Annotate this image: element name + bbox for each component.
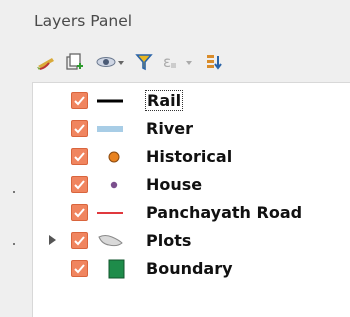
layer-label: Rail: [144, 90, 184, 111]
layer-visibility-checkbox[interactable]: [71, 260, 88, 277]
expand-arrow-icon[interactable]: [49, 235, 56, 245]
layer-label: Panchayath Road: [146, 203, 303, 222]
layer-row-river[interactable]: River: [33, 115, 350, 143]
add-group-icon[interactable]: [62, 50, 86, 74]
layer-label: Historical: [146, 147, 233, 166]
line-symbol-icon: [95, 119, 125, 139]
layer-visibility-checkbox[interactable]: [71, 176, 88, 193]
layer-tree: Rail River Historical House Panchayath R…: [32, 82, 350, 317]
line-symbol-icon: [95, 203, 125, 223]
filter-icon[interactable]: [132, 50, 156, 74]
line-symbol-icon: [95, 91, 125, 111]
layer-row-plots[interactable]: Plots: [33, 227, 350, 255]
visibility-eye-icon[interactable]: [94, 50, 128, 74]
expression-filter-icon[interactable]: ε: [160, 50, 196, 74]
layer-label: River: [146, 119, 193, 138]
layer-row-panchayath-road[interactable]: Panchayath Road: [33, 199, 350, 227]
layer-visibility-checkbox[interactable]: [71, 148, 88, 165]
layer-row-historical[interactable]: Historical: [33, 143, 350, 171]
layer-visibility-checkbox[interactable]: [71, 232, 88, 249]
point-symbol-icon: [95, 147, 125, 167]
layer-label: Boundary: [146, 259, 233, 278]
panel-edge-mark: [13, 191, 15, 193]
polygon-symbol-icon: [95, 231, 125, 251]
layer-visibility-checkbox[interactable]: [71, 204, 88, 221]
layer-row-boundary[interactable]: Boundary: [33, 255, 350, 283]
layer-label: Plots: [146, 231, 192, 250]
expand-all-icon[interactable]: [202, 50, 226, 74]
layer-visibility-checkbox[interactable]: [71, 92, 88, 109]
layer-row-house[interactable]: House: [33, 171, 350, 199]
panel-title: Layers Panel: [34, 12, 133, 30]
style-layer-icon[interactable]: [34, 50, 58, 74]
layer-row-rail[interactable]: Rail: [33, 87, 350, 115]
point-symbol-icon: [95, 175, 125, 195]
layer-label: House: [146, 175, 203, 194]
svg-text:ε: ε: [163, 53, 171, 71]
fill-symbol-icon: [95, 259, 125, 279]
panel-edge-mark: [13, 243, 15, 245]
layer-visibility-checkbox[interactable]: [71, 120, 88, 137]
